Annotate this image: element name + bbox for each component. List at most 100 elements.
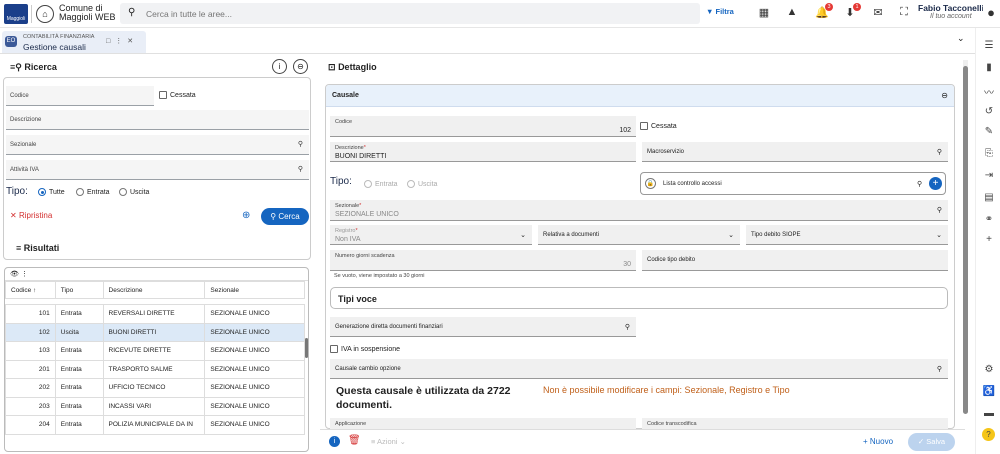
- cessata-checkbox[interactable]: Cessata: [159, 91, 196, 99]
- nuovo-button[interactable]: + Nuovo: [863, 437, 893, 446]
- detail-scrollbar[interactable]: [963, 66, 968, 414]
- export-icon[interactable]: ⇥: [982, 170, 996, 181]
- cessata-label: Cessata: [170, 91, 196, 99]
- relativa-documenti-select[interactable]: Relativa a documenti ⌄: [538, 225, 740, 245]
- help-icon[interactable]: ?: [982, 428, 995, 441]
- list-view-icon[interactable]: ☰: [982, 40, 996, 51]
- attivita-iva-field[interactable]: Attività IVA ⚲: [6, 160, 309, 180]
- app-name-line2: Maggioli WEB: [59, 12, 116, 22]
- search-icon[interactable]: ⚲: [937, 365, 942, 373]
- tab-minimize-icon[interactable]: □: [106, 38, 115, 45]
- chevron-down-icon: ⌄: [520, 232, 526, 239]
- required-mark: *: [355, 228, 358, 234]
- document-icon[interactable]: ▤: [982, 192, 996, 203]
- table-row[interactable]: 201 Entrata TRASPORTO SALME SEZIONALE UNICO: [5, 359, 305, 379]
- descrizione-field[interactable]: Descrizione: [6, 110, 309, 130]
- tab-gestione-causali[interactable]: EO CONTABILITÀ FINANZIARIA Gestione caus…: [2, 31, 146, 53]
- add-icon[interactable]: +: [982, 234, 996, 245]
- collapse-icon[interactable]: ⊖: [941, 91, 948, 100]
- mail-icon[interactable]: ✉: [870, 6, 886, 19]
- copy-icon[interactable]: ⎘: [982, 148, 996, 159]
- table-row[interactable]: 202 Entrata UFFICIO TECNICO SEZIONALE UNICO: [5, 378, 305, 398]
- filter-button[interactable]: ▼ Filtra: [706, 7, 734, 16]
- column-descrizione[interactable]: Descrizione: [102, 281, 206, 299]
- radio-tutte[interactable]: Tutte: [38, 188, 65, 196]
- column-sezionale[interactable]: Sezionale: [204, 281, 305, 299]
- numero-giorni-field[interactable]: Numero giorni scadenza 30: [330, 250, 636, 271]
- table-row[interactable]: 101 Entrata REVERSALI DIRETTE SEZIONALE UNI…: [5, 304, 305, 324]
- iva-sospensione-label: IVA in sospensione: [341, 345, 401, 353]
- more-icon[interactable]: ⋮: [21, 271, 28, 278]
- zoom-search-icon[interactable]: ⊕: [242, 210, 250, 221]
- warning-icon[interactable]: ▲: [784, 6, 800, 18]
- checkbox-icon: [330, 345, 338, 353]
- settings-icon[interactable]: ⚙: [982, 364, 996, 375]
- codice-field[interactable]: Codice 102: [330, 116, 636, 137]
- link-icon[interactable]: ⚭: [982, 214, 996, 225]
- column-tipo[interactable]: Tipo: [54, 281, 104, 299]
- chat-icon[interactable]: ▬: [982, 408, 996, 419]
- notifications-icon[interactable]: 🔔 3: [814, 3, 833, 19]
- sezionale-label: Sezionale: [335, 203, 360, 209]
- eye-icon[interactable]: 👁: [10, 271, 19, 278]
- table-row[interactable]: 203 Entrata INCASSI VARI SEZIONALE UNICO: [5, 396, 305, 416]
- tipo-debito-siope-select[interactable]: Tipo debito SIOPE ⌄: [746, 225, 948, 245]
- radio-uscita[interactable]: Uscita: [119, 188, 149, 196]
- add-icon[interactable]: +: [929, 177, 942, 190]
- lista-controllo-field[interactable]: 🔒 Lista controllo accessi ⚲ +: [640, 172, 946, 195]
- chevron-down-icon[interactable]: ⌄: [957, 33, 965, 44]
- descrizione-field[interactable]: Descrizione* BUONI DIRETTI: [330, 142, 636, 162]
- sezionale-field[interactable]: Sezionale ⚲: [6, 135, 309, 155]
- codice-field[interactable]: Codice: [6, 86, 154, 106]
- search-icon[interactable]: ⚲: [298, 140, 303, 148]
- table-row[interactable]: 204 Entrata POLIZIA MUNICIPALE DA IN SEZION…: [5, 415, 305, 435]
- ripristina-button[interactable]: ✕ Ripristina: [10, 211, 52, 220]
- collapse-icon[interactable]: ⊖: [293, 59, 308, 74]
- chart-icon[interactable]: 〰: [982, 84, 996, 99]
- cerca-button[interactable]: ⚲ Cerca: [261, 208, 309, 225]
- applicazione-field[interactable]: Applicazione: [330, 418, 636, 429]
- codice-tipo-debito-field[interactable]: Codice tipo debito: [642, 250, 948, 271]
- dettaglio-header: ⊡ Dettaglio: [328, 62, 377, 73]
- user-account-link[interactable]: Il tuo account: [930, 13, 972, 20]
- sezionale-field[interactable]: Sezionale* SEZIONALE UNICO ⚲: [330, 200, 948, 221]
- tab-close-icon[interactable]: ✕: [127, 38, 138, 45]
- cell-tipo: Entrata: [54, 415, 104, 435]
- info-icon[interactable]: i: [329, 436, 340, 447]
- grid-view-icon[interactable]: ▦: [756, 6, 772, 19]
- download-icon[interactable]: ⬇ 1: [842, 3, 861, 19]
- column-codice[interactable]: Codice ↑: [5, 281, 56, 299]
- app-logo[interactable]: Maggioli: [4, 4, 28, 24]
- user-name[interactable]: Fabio Tacconelli: [918, 3, 983, 13]
- radio-icon: [407, 180, 415, 188]
- radio-entrata-label: Entrata: [87, 188, 110, 196]
- search-icon[interactable]: ⚲: [937, 148, 942, 156]
- generazione-field[interactable]: Generazione diretta documenti finanziari…: [330, 317, 636, 337]
- pin-icon[interactable]: ✎: [982, 126, 996, 137]
- radio-entrata[interactable]: Entrata: [76, 188, 110, 196]
- lock-icon: 🔒: [645, 178, 656, 189]
- codice-transcodifica-field[interactable]: Codice transcodifica: [642, 418, 948, 429]
- cessata-checkbox[interactable]: Cessata: [640, 122, 677, 130]
- grid-scrollbar[interactable]: [305, 338, 308, 358]
- macroservizio-field[interactable]: Macroservizio ⚲: [642, 142, 948, 162]
- search-icon[interactable]: ⚲: [917, 180, 922, 188]
- search-icon[interactable]: ⚲: [298, 165, 303, 173]
- tab-more-icon[interactable]: ⋮: [115, 38, 127, 45]
- info-icon[interactable]: i: [272, 59, 287, 74]
- tipi-voce-section[interactable]: Tipi voce: [330, 287, 948, 309]
- causale-cambio-field[interactable]: Causale cambio opzione ⚲: [330, 359, 948, 379]
- search-icon[interactable]: ⚲: [625, 323, 630, 331]
- delete-icon[interactable]: 🗑: [348, 435, 361, 446]
- bookmark-icon[interactable]: ▮: [982, 62, 996, 73]
- accessibility-icon[interactable]: ♿: [982, 386, 996, 397]
- table-row-selected[interactable]: 102 Uscita BUONI DIRETTI SEZIONALE UNICO: [5, 322, 305, 342]
- history-icon[interactable]: ↺: [982, 106, 996, 117]
- home-icon[interactable]: ⌂: [36, 5, 54, 23]
- user-avatar-icon[interactable]: ●: [983, 5, 999, 20]
- search-input[interactable]: [146, 6, 566, 21]
- fullscreen-icon[interactable]: ⛶: [896, 6, 912, 19]
- cell-sezionale: SEZIONALE UNICO: [204, 304, 305, 324]
- table-row[interactable]: 103 Entrata RICEVUTE DIRETTE SEZIONALE UNIC…: [5, 341, 305, 361]
- iva-sospensione-checkbox[interactable]: IVA in sospensione: [330, 345, 400, 353]
